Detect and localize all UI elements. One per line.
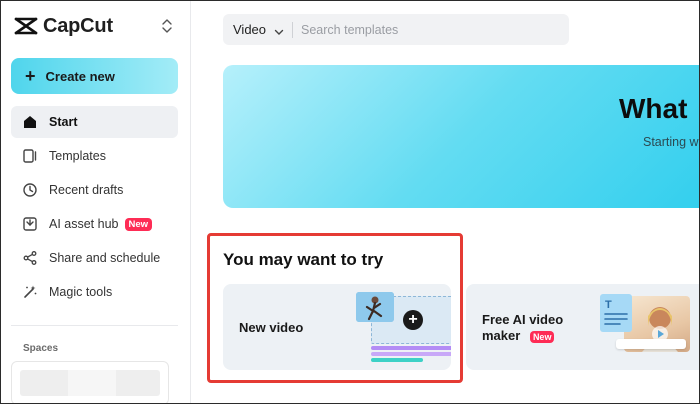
search-type-label: Video — [233, 22, 267, 37]
plus-icon: + — [25, 66, 36, 86]
sidebar-item-share-and-schedule[interactable]: Share and schedule — [11, 242, 178, 274]
home-icon — [21, 113, 39, 131]
space-placeholder — [20, 370, 160, 396]
sidebar: CapCut + Create new Start Templates Rece… — [1, 1, 191, 403]
chevron-down-icon — [274, 25, 284, 35]
search-separator — [292, 21, 294, 38]
hero-title: What — [619, 93, 688, 124]
main-content: Video What Starting w You may want to tr… — [191, 1, 699, 403]
sidebar-item-label: Recent drafts — [49, 183, 124, 197]
asset-hub-icon — [21, 215, 39, 233]
switch-workspace-icon[interactable] — [159, 17, 175, 35]
app-name: CapCut — [43, 14, 113, 37]
card-label: New video — [239, 320, 304, 335]
search-bar: Video — [223, 14, 569, 45]
timeline-track — [371, 352, 451, 356]
sidebar-item-label: AI asset hub — [49, 217, 119, 231]
capcut-logo-icon — [13, 13, 39, 39]
sidebar-item-label: Start — [49, 115, 78, 129]
sidebar-item-label: Magic tools — [49, 285, 113, 299]
sidebar-item-ai-asset-hub[interactable]: AI asset hub New — [11, 208, 178, 240]
create-new-label: Create new — [45, 68, 115, 84]
timeline-track — [371, 358, 423, 362]
sidebar-divider — [11, 325, 178, 326]
sidebar-item-recent-drafts[interactable]: Recent drafts — [11, 174, 178, 206]
svg-text:T: T — [605, 299, 612, 311]
new-badge: New — [529, 331, 555, 343]
card-label: Free AI video maker New — [482, 312, 582, 345]
space-card[interactable] — [11, 361, 169, 403]
spaces-label: Spaces — [23, 343, 59, 354]
magic-wand-icon — [21, 283, 39, 301]
sidebar-item-magic-tools[interactable]: Magic tools — [11, 276, 178, 308]
hero-subtitle: Starting w — [643, 135, 699, 149]
add-icon: + — [403, 310, 423, 330]
search-input[interactable] — [301, 22, 532, 37]
progress-bar-illustration — [616, 339, 686, 349]
video-thumbnail-illustration — [356, 292, 394, 322]
document-icon: T — [600, 294, 632, 332]
sidebar-item-label: Templates — [49, 149, 106, 163]
hero-banner: What Starting w — [223, 65, 699, 208]
new-badge: New — [124, 217, 153, 231]
search-type-dropdown[interactable]: Video — [223, 14, 292, 45]
clock-icon — [21, 181, 39, 199]
sidebar-item-start[interactable]: Start — [11, 106, 178, 138]
app-window: CapCut + Create new Start Templates Rece… — [0, 0, 700, 404]
timeline-track — [371, 346, 451, 350]
share-icon — [21, 249, 39, 267]
templates-icon — [21, 147, 39, 165]
brand[interactable]: CapCut — [13, 11, 183, 41]
create-new-button[interactable]: + Create new — [11, 58, 178, 94]
sidebar-item-label: Share and schedule — [49, 251, 161, 265]
new-video-card[interactable]: New video + — [223, 284, 451, 370]
ai-video-maker-card[interactable]: Free AI video maker New T — [466, 284, 699, 370]
section-title: You may want to try — [223, 250, 384, 269]
sidebar-item-templates[interactable]: Templates — [11, 140, 178, 172]
sidebar-nav: Start Templates Recent drafts AI asset h… — [11, 106, 178, 310]
